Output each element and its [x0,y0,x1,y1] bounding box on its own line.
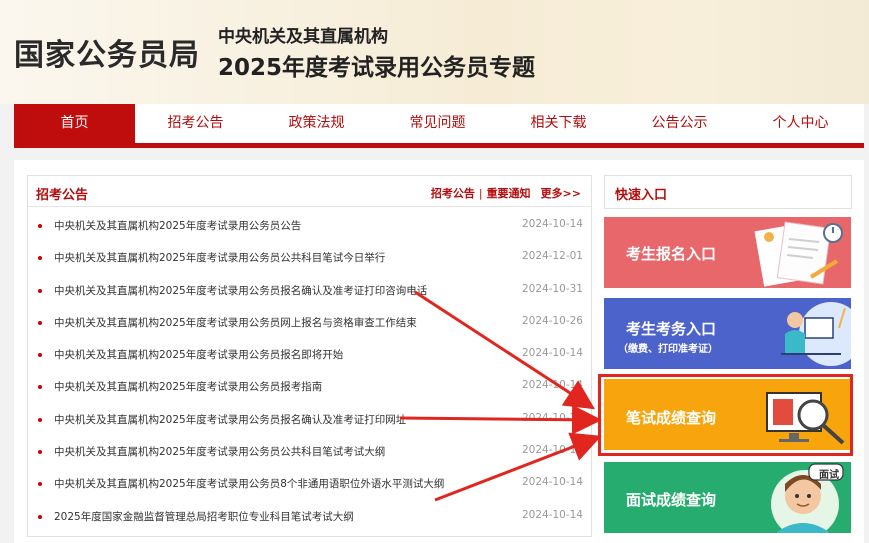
bullet-icon [38,320,42,325]
bullet-icon [38,224,42,228]
more-link[interactable]: 更多>> [541,187,581,200]
list-item[interactable]: 中央机关及其直属机构2025年度考试录用公务员报名确认及准考证打印咨询电话 202… [28,275,591,307]
bullet-icon [38,417,42,422]
list-item-date: 2024-10-14 [521,379,583,392]
bullet-icon [38,256,42,261]
nav-item-faq[interactable]: 常见问题 [377,104,498,143]
nav-item-recruitment-notices[interactable]: 招考公告 [135,104,256,143]
quick-entry-title: 快速入口 [615,188,668,203]
notice-links: 招考公告 | 重要通知 更多>> [431,185,581,201]
quick-entry-header: 快速入口 [604,175,852,209]
bullet-icon [38,385,42,390]
list-item-title[interactable]: 中央机关及其直属机构2025年度考试录用公务员8个非通用语职位外语水平测试大纲 [54,476,444,491]
notice-link-separator: | [478,187,483,200]
list-item-title[interactable]: 中央机关及其直属机构2025年度考试录用公务员报名即将开始 [54,347,343,362]
bullet-icon [38,353,42,358]
exam-affairs-entry-sublabel: （缴费、打印准考证） [618,344,718,355]
list-item-title[interactable]: 中央机关及其直属机构2025年度考试录用公务员网上报名与资格审查工作结束 [54,315,417,330]
notice-list: 中央机关及其直属机构2025年度考试录用公务员公告 2024-10-14 中央机关… [28,210,591,533]
interview-score-label: 面试成绩查询 [626,491,717,509]
list-item-title[interactable]: 中央机关及其直属机构2025年度考试录用公务员公告 [54,218,301,233]
list-item[interactable]: 中央机关及其直属机构2025年度考试录用公务员公共科目笔试今日举行 2024-12… [28,242,591,274]
bullet-icon [38,288,42,293]
notice-title: 招考公告 [36,188,89,203]
list-item-title[interactable]: 中央机关及其直属机构2025年度考试录用公务员报考指南 [54,379,322,394]
nav-item-personal-center[interactable]: 个人中心 [740,104,861,143]
exam-affairs-entry-button[interactable]: 考生考务入口 （缴费、打印准考证） [604,298,851,369]
list-item-date: 2024-12-01 [521,250,583,263]
main-nav: 首页 招考公告 政策法规 常见问题 相关下载 公告公示 个人中心 [14,104,864,148]
interview-bubble-text: 面试 [819,470,839,481]
student-at-computer-icon [781,302,851,366]
list-item[interactable]: 中央机关及其直属机构2025年度考试录用公务员8个非通用语职位外语水平测试大纲 2… [28,468,591,500]
interview-score-button[interactable]: 面试成绩查询 面试 [604,462,851,533]
list-item[interactable]: 2025年度国家金融监督管理总局招考职位专业科目笔试考试大纲 2024-10-14 [28,501,591,533]
page-header: 国家公务员局 中央机关及其直属机构 2025年度考试录用公务员专题 [0,0,869,104]
list-item[interactable]: 中央机关及其直属机构2025年度考试录用公务员报名即将开始 2024-10-14 [28,339,591,371]
nav-item-policies[interactable]: 政策法规 [256,104,377,143]
nav-item-home[interactable]: 首页 [14,104,135,143]
list-item[interactable]: 中央机关及其直属机构2025年度考试录用公务员网上报名与资格审查工作结束 2024… [28,307,591,339]
notice-card: 招考公告 招考公告 | 重要通知 更多>> 中央机关及其直属机构2025年度考试录用公… [27,175,592,537]
bullet-icon [38,514,42,519]
exam-affairs-entry-label: 考生考务入口 [626,320,717,338]
list-item-date: 2024-10-14 [521,476,583,489]
registration-entry-label: 考生报名入口 [626,245,717,263]
list-item-title[interactable]: 中央机关及其直属机构2025年度考试录用公务员公共科目笔试今日举行 [54,250,385,265]
notice-link-recruitment[interactable]: 招考公告 [431,187,475,200]
nav-item-downloads[interactable]: 相关下载 [498,104,619,143]
list-item-date: 2024-10-14 [521,508,583,521]
bullet-icon [38,450,42,455]
nav-item-announcements[interactable]: 公告公示 [619,104,740,143]
notice-link-important[interactable]: 重要通知 [487,187,531,200]
list-item-date: 2024-10-26 [521,314,583,327]
list-item-date: 2024-10-31 [521,282,583,295]
header-subtitle-line1: 中央机关及其直属机构 [218,27,388,47]
bullet-icon [38,482,42,487]
highlight-box [598,374,853,456]
list-item-title[interactable]: 中央机关及其直属机构2025年度考试录用公务员公共科目笔试考试大纲 [54,444,385,459]
notice-header: 招考公告 招考公告 | 重要通知 更多>> [28,176,591,207]
documents-icon [754,221,843,287]
list-item[interactable]: 中央机关及其直属机构2025年度考试录用公务员公告 2024-10-14 [28,210,591,242]
list-item[interactable]: 中央机关及其直属机构2025年度考试录用公务员报名确认及准考证打印网址 2024-… [28,404,591,436]
site-title[interactable]: 国家公务员局 [14,30,200,74]
list-item[interactable]: 中央机关及其直属机构2025年度考试录用公务员报考指南 2024-10-14 [28,371,591,403]
list-item[interactable]: 中央机关及其直属机构2025年度考试录用公务员公共科目笔试考试大纲 2024-10… [28,436,591,468]
list-item-date: 2024-10-25 [521,411,583,424]
list-item-title[interactable]: 中央机关及其直属机构2025年度考试录用公务员报名确认及准考证打印咨询电话 [54,283,427,298]
registration-entry-button[interactable]: 考生报名入口 [604,217,851,288]
list-item-date: 2024-10-14 [521,444,583,457]
list-item-date: 2024-10-14 [521,347,583,360]
list-item-title[interactable]: 2025年度国家金融监督管理总局招考职位专业科目笔试考试大纲 [54,509,354,524]
list-item-date: 2024-10-14 [521,218,583,230]
list-item-title[interactable]: 中央机关及其直属机构2025年度考试录用公务员报名确认及准考证打印网址 [54,412,406,427]
header-subtitle-line2: 2025年度考试录用公务员专题 [218,55,536,81]
